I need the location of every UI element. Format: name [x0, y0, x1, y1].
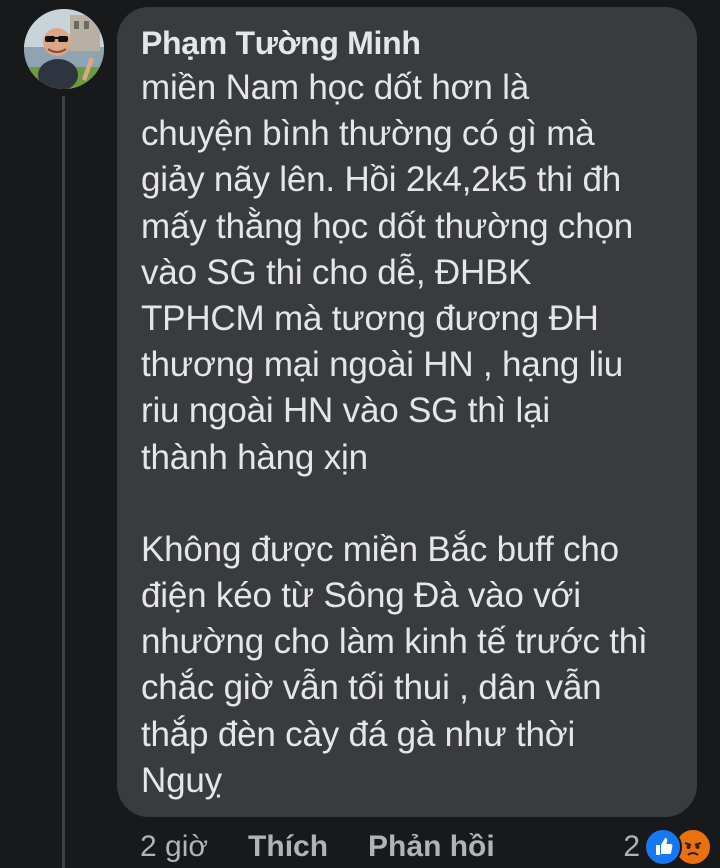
- reply-button[interactable]: Phản hồi: [368, 830, 495, 864]
- comment-line: riu ngoài HN vào SG thì lại: [141, 391, 550, 431]
- comment-line: giảy nãy lên. Hồi 2k4,2k5 thi đh: [141, 160, 622, 200]
- comment-line: nhường cho làm kinh tế trước thì: [141, 622, 648, 662]
- comment-line: Không được miền Bắc buff cho: [141, 529, 619, 569]
- reaction-summary[interactable]: 2: [623, 826, 712, 868]
- avatar[interactable]: [24, 9, 104, 89]
- comment-line: mấy thằng học dốt thường chọn: [141, 206, 634, 246]
- timestamp[interactable]: 2 giờ: [140, 830, 208, 864]
- thread-line: [62, 96, 65, 868]
- comment-line: Nguỵ: [141, 760, 222, 800]
- reaction-count: 2: [623, 830, 640, 863]
- comment-line: TPHCM mà tương đương ĐH: [141, 298, 599, 338]
- comment-line: chắc giờ vẫn tối thui , dân vẫn: [141, 668, 602, 708]
- comment-line: thắp đèn cày đá gà như thời: [141, 714, 576, 754]
- comment-actions: 2 giờ Thích Phản hồi: [140, 826, 535, 868]
- comment-line: thương mại ngoài HN , hạng liu: [141, 345, 624, 385]
- like-button[interactable]: Thích: [248, 830, 328, 864]
- author-name[interactable]: Phạm Tường Minh: [141, 21, 673, 65]
- comment-line: điện kéo từ Sông Đà vào với: [141, 576, 581, 616]
- avatar-photo: [24, 9, 104, 89]
- comment-text: miền Nam học dốt hơn là chuyện bình thườ…: [141, 65, 673, 804]
- comment-line: vào SG thi cho dễ, ĐHBK: [141, 252, 532, 292]
- comment-line: miền Nam học dốt hơn là: [141, 68, 529, 107]
- comment-line: chuyện bình thường có gì mà: [141, 114, 595, 154]
- comment-line: thành hàng xịn: [141, 437, 368, 477]
- comment-thread: Phạm Tường Minh miền Nam học dốt hơn là …: [0, 0, 720, 868]
- like-icon: [644, 828, 682, 866]
- comment-bubble: Phạm Tường Minh miền Nam học dốt hơn là …: [117, 7, 697, 817]
